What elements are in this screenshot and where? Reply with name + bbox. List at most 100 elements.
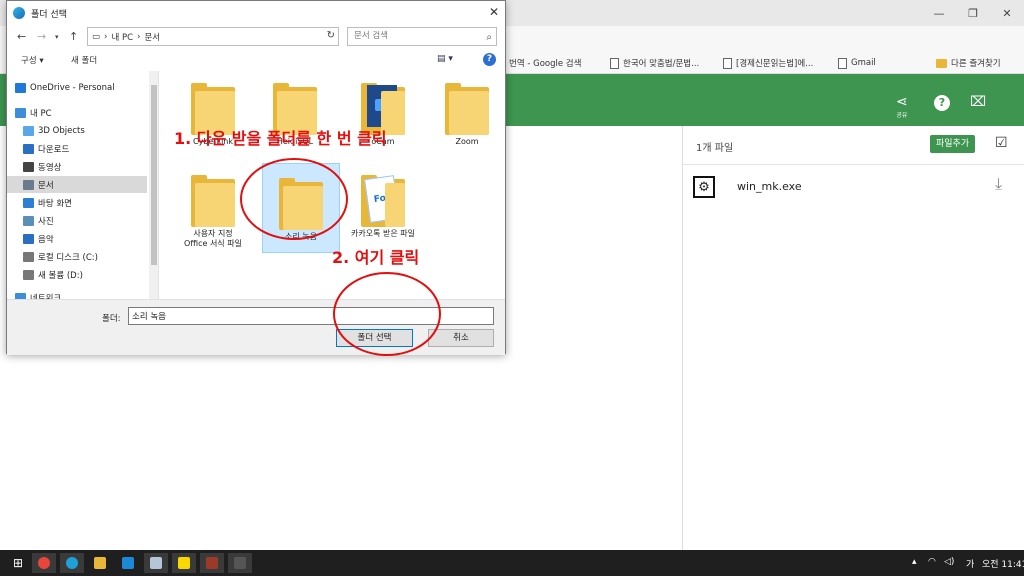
nav-item-label: 내 PC: [30, 108, 52, 119]
nav-item-label: 새 볼륨 (D:): [38, 270, 83, 281]
bookmark-folder[interactable]: 다른 즐겨찾기: [936, 55, 1001, 71]
nav-item[interactable]: OneDrive - Personal: [7, 79, 147, 96]
start-button[interactable]: ⊞: [6, 553, 30, 573]
restore-button[interactable]: ❐: [956, 0, 990, 26]
nav-item-label: 3D Objects: [38, 125, 85, 136]
kakao-folder-icon: Fot: [361, 175, 405, 227]
nav-item[interactable]: 내 PC: [7, 104, 147, 121]
nav-item[interactable]: 3D Objects: [7, 122, 147, 139]
minimize-button[interactable]: —: [922, 0, 956, 26]
taskbar: ⊞ ▴ ◠ ◁) 가 오전 11:41: [0, 550, 1024, 576]
navigation-pane: OneDrive - Personal 내 PC 3D Objects 다운로드동영상…: [7, 71, 159, 299]
nav-item-label: 네트워크: [30, 293, 62, 300]
pc-icon: ▭: [92, 31, 101, 42]
nav-item[interactable]: 로컬 디스크 (C:): [7, 248, 147, 265]
taskbar-app[interactable]: [60, 553, 84, 573]
edge-icon: [66, 557, 78, 569]
nav-item-label: 문서: [38, 180, 54, 191]
annotation-circle-button: [333, 272, 441, 356]
annotation-step2: 2. 여기 클릭: [332, 248, 420, 267]
refresh-icon[interactable]: ↻: [327, 30, 335, 41]
share-button[interactable]: ⋖ 공유: [896, 94, 908, 119]
gear-file-icon: ⚙: [693, 176, 715, 198]
dialog-navbar: ← → ▾ ↑ ▭ › 내 PC › 문서 ↻ 문서 검색 ⌕: [7, 25, 505, 49]
winrar-icon: [206, 557, 218, 569]
volume-icon[interactable]: ◁): [944, 557, 954, 567]
download-icon[interactable]: ⤓: [995, 174, 1002, 194]
address-bar[interactable]: ▭ › 내 PC › 문서 ↻: [87, 27, 339, 46]
close-icon[interactable]: ✕: [489, 5, 499, 19]
breadcrumb-pc[interactable]: 내 PC: [111, 31, 133, 43]
file-name[interactable]: win_mk.exe: [737, 180, 802, 193]
nav-item[interactable]: 네트워크: [7, 289, 147, 299]
close-window-button[interactable]: ✕: [990, 0, 1024, 26]
checklist-icon[interactable]: ☑: [995, 135, 1008, 151]
file-count: 1개 파일: [696, 143, 734, 154]
new-folder-button[interactable]: 새 폴더: [71, 54, 97, 66]
nav-item[interactable]: 동영상: [7, 158, 147, 175]
help-icon[interactable]: ?: [483, 53, 496, 66]
forward-arrow-icon[interactable]: →: [37, 30, 46, 43]
help-button[interactable]: ?: [934, 95, 950, 111]
ime-indicator[interactable]: 가: [966, 557, 974, 570]
nav-item[interactable]: 다운로드: [7, 140, 147, 157]
taskbar-app[interactable]: [200, 553, 224, 573]
taskbar-app[interactable]: [88, 553, 112, 573]
divider: [683, 164, 1024, 165]
tray-chevron-icon[interactable]: ▴: [912, 557, 917, 567]
breadcrumb-documents[interactable]: 문서: [144, 31, 160, 43]
taskbar-app[interactable]: [116, 553, 140, 573]
folder-office-templates[interactable]: 사용자 지정 Office 서식 파일: [174, 171, 252, 267]
pictures-folder-icon: [23, 215, 34, 226]
nav-item[interactable]: 바탕 화면: [7, 194, 147, 211]
desktop-folder-icon: [23, 197, 34, 208]
up-arrow-icon[interactable]: ↑: [69, 30, 78, 43]
view-options-icon[interactable]: ▤ ▾: [437, 54, 453, 64]
bookmark-item[interactable]: [경제신문읽는법]에...: [723, 55, 813, 71]
share-icon: ⋖: [896, 94, 908, 110]
nav-scrollbar[interactable]: [149, 71, 158, 299]
bookmark-item[interactable]: 한국어 맞춤법/문법...: [610, 55, 699, 71]
taskbar-app[interactable]: [32, 553, 56, 573]
scrollbar-thumb[interactable]: [151, 85, 157, 265]
nav-item[interactable]: 음악: [7, 230, 147, 247]
recent-locations-icon[interactable]: ▾: [55, 33, 59, 41]
3d-objects-icon: [23, 125, 34, 136]
nav-item[interactable]: 새 볼륨 (D:): [7, 266, 147, 283]
folder-zoom[interactable]: Zoom: [428, 79, 506, 159]
page-icon: [610, 57, 619, 69]
dialog-title: 폴더 선택: [31, 9, 67, 20]
kakaotalk-icon: [178, 557, 190, 569]
wifi-icon[interactable]: ◠: [928, 557, 936, 567]
nav-item[interactable]: 문서: [7, 176, 147, 193]
cancel-button[interactable]: 취소: [428, 329, 494, 347]
search-icon: ⌕: [486, 32, 492, 43]
notepad-icon: [150, 557, 162, 569]
search-input[interactable]: 문서 검색 ⌕: [347, 27, 497, 46]
nav-item-label: 동영상: [38, 162, 62, 173]
bookmark-item[interactable]: 번역 - Google 검색: [496, 55, 581, 71]
taskbar-app[interactable]: [228, 553, 252, 573]
folder-icon: [191, 175, 235, 227]
back-arrow-icon[interactable]: ←: [17, 30, 26, 43]
bookmark-item[interactable]: Gmail: [838, 55, 876, 71]
clock[interactable]: 오전 11:41: [982, 557, 1024, 570]
translate-button[interactable]: ⌧: [970, 94, 986, 110]
page-icon: [838, 57, 847, 69]
windows-icon: ⊞: [12, 556, 24, 570]
annotation-circle-folder: [240, 158, 348, 240]
file-explorer-icon: [94, 557, 106, 569]
translate-icon: ⌧: [970, 94, 987, 110]
drive-d-icon: [23, 269, 34, 280]
nav-item-label: 다운로드: [38, 144, 70, 155]
add-file-button[interactable]: 파일추가: [930, 135, 976, 153]
taskbar-app[interactable]: [144, 553, 168, 573]
drive-c-icon: [23, 251, 34, 262]
page-icon: [723, 57, 732, 69]
pc-icon: [15, 107, 26, 118]
video-folder-icon: [23, 161, 34, 172]
organize-menu[interactable]: 구성 ▾: [21, 54, 44, 66]
window-controls: — ❐ ✕: [922, 0, 1024, 26]
nav-item[interactable]: 사진: [7, 212, 147, 229]
taskbar-app[interactable]: [172, 553, 196, 573]
